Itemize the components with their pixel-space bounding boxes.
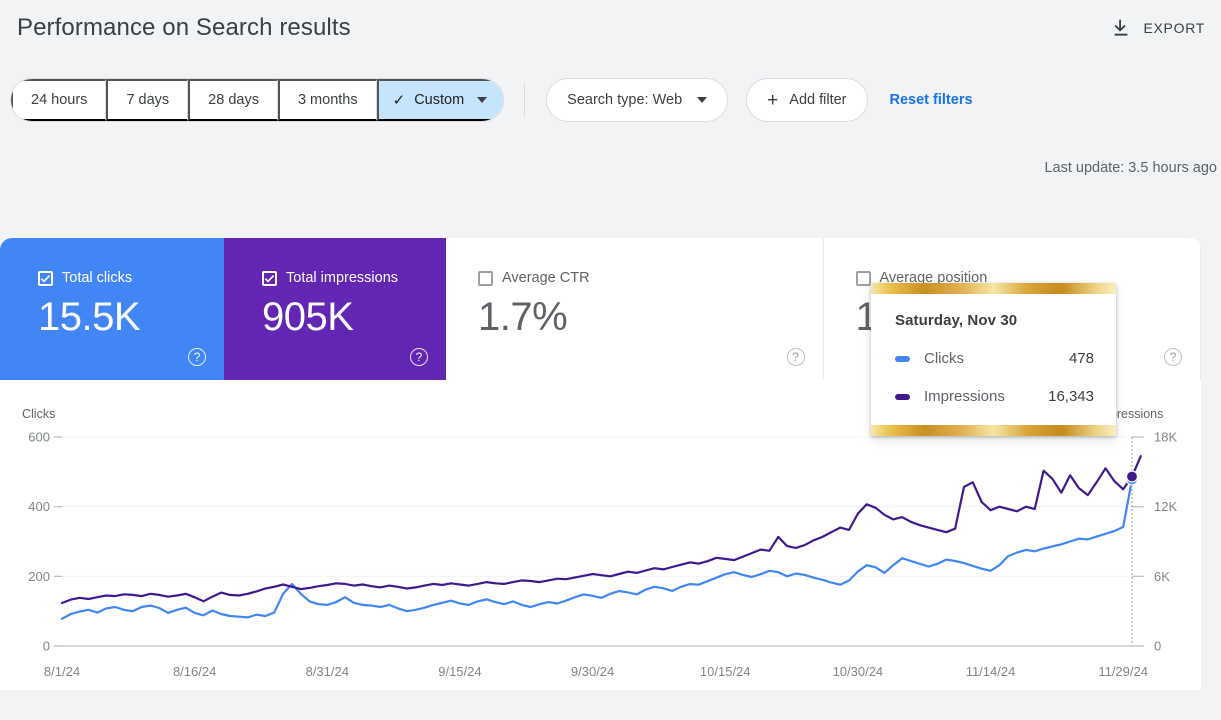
chevron-down-icon: [477, 97, 487, 103]
search-type-label: Search type: Web: [567, 92, 682, 108]
card-label: Total impressions: [286, 270, 398, 286]
card-value: 1.7%: [478, 295, 823, 340]
tooltip-body: Saturday, Nov 30 Clicks 478 Impressions …: [871, 294, 1116, 425]
reset-filters-link[interactable]: Reset filters: [890, 92, 973, 108]
range-7-days[interactable]: 7 days: [106, 79, 188, 121]
range-28-days[interactable]: 28 days: [188, 79, 278, 121]
range-label: 3 months: [298, 92, 358, 108]
help-icon[interactable]: ?: [1164, 348, 1182, 366]
checkbox-average-position[interactable]: [856, 271, 871, 286]
tooltip-series-value: 478: [1069, 350, 1094, 367]
y-axis-tick: 400: [28, 499, 50, 514]
range-custom[interactable]: ✓ Custom: [377, 79, 504, 121]
checkbox-average-ctr[interactable]: [478, 271, 493, 286]
y2-axis-tick: 12K: [1154, 499, 1177, 514]
performance-page: Performance on Search results EXPORT 24 …: [0, 0, 1221, 720]
help-icon[interactable]: ?: [787, 348, 805, 366]
x-axis-tick: 9/30/24: [571, 664, 614, 679]
card-value: 905K: [262, 295, 446, 340]
page-title: Performance on Search results: [17, 14, 351, 42]
range-label: 24 hours: [31, 92, 87, 108]
x-axis-tick: 8/16/24: [173, 664, 216, 679]
toolbar-divider: [524, 83, 525, 117]
page-header: Performance on Search results EXPORT: [0, 0, 1221, 55]
download-icon: [1110, 17, 1132, 39]
metric-card-total-impressions[interactable]: Total impressions 905K ?: [224, 238, 446, 380]
card-label: Average CTR: [502, 270, 590, 286]
range-24-hours[interactable]: 24 hours: [11, 79, 106, 121]
x-axis-tick: 10/15/24: [700, 664, 751, 679]
y-axis-tick: 600: [28, 430, 50, 445]
x-axis-tick: 10/30/24: [833, 664, 884, 679]
tooltip-date: Saturday, Nov 30: [895, 312, 1094, 329]
plus-icon: +: [767, 91, 778, 110]
card-value: 15.5K: [38, 295, 224, 340]
x-axis-tick: 8/31/24: [306, 664, 349, 679]
range-label: 7 days: [126, 92, 169, 108]
clicks-swatch-icon: [895, 356, 910, 362]
impressions-swatch-icon: [895, 394, 910, 400]
check-icon: ✓: [393, 93, 406, 108]
help-icon[interactable]: ?: [188, 348, 206, 366]
highlight-point-impressions: [1127, 471, 1138, 482]
checkbox-total-impressions[interactable]: [262, 271, 277, 286]
y-axis-label: Clicks: [22, 407, 55, 421]
filter-toolbar: 24 hours 7 days 28 days 3 months ✓ Custo…: [0, 78, 1221, 122]
y2-axis-tick: 18K: [1154, 430, 1177, 445]
card-header: Total clicks: [38, 270, 224, 286]
y-axis-tick: 0: [43, 639, 50, 654]
tooltip-row-clicks: Clicks 478: [895, 350, 1094, 367]
search-type-dropdown[interactable]: Search type: Web: [546, 78, 728, 122]
y2-axis-tick: 0: [1154, 639, 1161, 654]
metric-card-total-clicks[interactable]: Total clicks 15.5K ?: [0, 238, 224, 380]
tooltip-series-value: 16,343: [1048, 388, 1094, 405]
y2-axis-tick: 6K: [1154, 569, 1170, 584]
export-label: EXPORT: [1143, 20, 1205, 36]
checkbox-total-clicks[interactable]: [38, 271, 53, 286]
tooltip-top-accent: [871, 283, 1116, 294]
series-line-impressions: [62, 456, 1141, 603]
export-button[interactable]: EXPORT: [1110, 17, 1205, 39]
metric-card-average-ctr[interactable]: Average CTR 1.7% ?: [446, 238, 824, 380]
last-update-status: Last update: 3.5 hours ago: [1044, 160, 1217, 176]
chevron-down-icon: [697, 97, 707, 103]
range-label: 28 days: [208, 92, 259, 108]
date-range-segmented-control: 24 hours 7 days 28 days 3 months ✓ Custo…: [10, 78, 504, 122]
series-line-clicks: [62, 480, 1132, 619]
card-header: Total impressions: [262, 270, 446, 286]
range-3-months[interactable]: 3 months: [278, 79, 377, 121]
x-axis-tick: 8/1/24: [44, 664, 80, 679]
help-icon[interactable]: ?: [410, 348, 428, 366]
x-axis-tick: 11/14/24: [966, 664, 1016, 679]
add-filter-label: Add filter: [789, 92, 846, 108]
tooltip-series-name: Clicks: [924, 350, 964, 367]
x-axis-tick: 11/29/24: [1098, 664, 1148, 679]
chart-tooltip: Saturday, Nov 30 Clicks 478 Impressions …: [871, 283, 1116, 436]
card-header: Average CTR: [478, 270, 823, 286]
range-label: Custom: [414, 92, 464, 108]
tooltip-row-impressions: Impressions 16,343: [895, 388, 1094, 405]
add-filter-button[interactable]: + Add filter: [746, 78, 867, 122]
tooltip-series-name: Impressions: [924, 388, 1005, 405]
x-axis-tick: 9/15/24: [438, 664, 481, 679]
tooltip-bottom-accent: [871, 425, 1116, 436]
y-axis-tick: 200: [28, 569, 50, 584]
card-label: Total clicks: [62, 270, 132, 286]
